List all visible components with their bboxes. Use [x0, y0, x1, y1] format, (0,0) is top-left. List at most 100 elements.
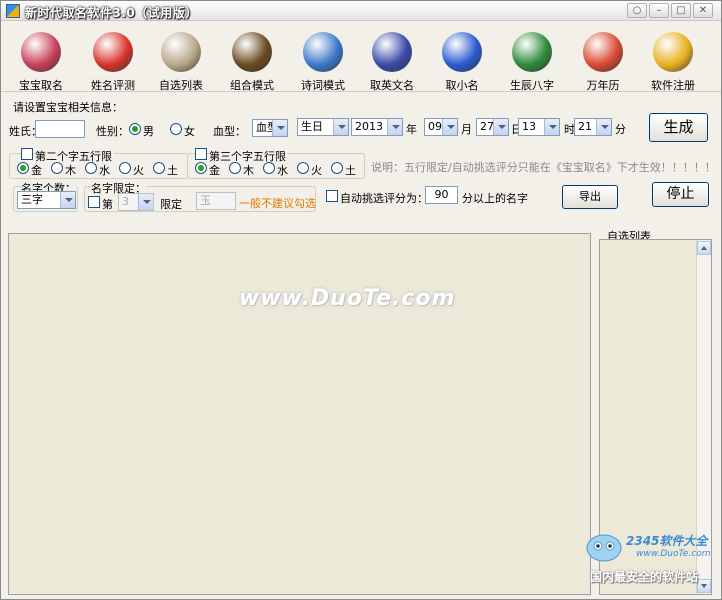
- toolbar-label: 生辰八字: [510, 79, 554, 92]
- spirit-icon: [442, 32, 482, 72]
- title-bar[interactable]: 新时代取名软件3.0（试用版） ○ – □ ✕: [1, 1, 721, 21]
- toolbar-label: 取英文名: [370, 79, 414, 92]
- badge-slogan: 国内最安全的软件站: [590, 570, 699, 584]
- wuxing-second-checkbox[interactable]: [21, 148, 33, 160]
- auto-score-input[interactable]: 90: [425, 186, 458, 204]
- skin-button[interactable]: ○: [627, 3, 647, 18]
- export-button[interactable]: 导出: [562, 185, 618, 209]
- chevron-down-icon: [387, 119, 402, 135]
- day-select[interactable]: 27: [476, 118, 509, 136]
- brush-cup-icon: [161, 32, 201, 72]
- year-unit: 年: [406, 123, 417, 136]
- flower-icon: [93, 32, 133, 72]
- close-button[interactable]: ✕: [693, 3, 713, 18]
- wuxing-third-checkbox[interactable]: [195, 148, 207, 160]
- hour-select[interactable]: 13: [518, 118, 560, 136]
- gender-label: 性别：: [96, 125, 129, 138]
- toolbar-button-10[interactable]: 软件注册: [641, 32, 705, 92]
- generate-button[interactable]: 生成: [649, 113, 708, 142]
- eagle-icon: [232, 32, 272, 72]
- wuxing-second-radio-3[interactable]: [85, 162, 97, 174]
- toolbar-label: 宝宝取名: [19, 79, 63, 92]
- badge-brand: 2345软件大全: [626, 534, 708, 548]
- minimize-button[interactable]: –: [649, 3, 669, 18]
- toolbar-button-8[interactable]: 生辰八字: [500, 32, 564, 92]
- wuxing-second-radio-4[interactable]: [119, 162, 131, 174]
- scroll-up-icon[interactable]: [697, 241, 711, 255]
- maximize-button[interactable]: □: [671, 3, 691, 18]
- name-limit-position-select[interactable]: 3: [118, 193, 154, 211]
- gender-female-label: 女: [184, 125, 195, 138]
- date-type-select[interactable]: 生日: [297, 118, 349, 136]
- name-limit-suffix: 限定: [160, 198, 182, 211]
- name-limit-hint: 一般不建议勾选: [239, 197, 316, 210]
- toolbar-label: 取小名: [445, 79, 479, 92]
- wuxing-second-radio-1[interactable]: [17, 162, 29, 174]
- toolbar-button-2[interactable]: 姓名评测: [81, 32, 145, 92]
- wuxing-third-radio-1[interactable]: [195, 162, 207, 174]
- chevron-down-icon: [333, 119, 348, 135]
- calendar-icon: [583, 32, 623, 72]
- surname-input[interactable]: [35, 120, 85, 138]
- wuxing-third-radio-3[interactable]: [263, 162, 275, 174]
- gender-male-label: 男: [143, 125, 154, 138]
- wuxing-second-label: 火: [133, 164, 144, 177]
- wuxing-third-radio-5[interactable]: [331, 162, 343, 174]
- toolbar-button-6[interactable]: 取英文名: [360, 32, 424, 92]
- usage-note: 说明：五行限定/自动挑选评分只能在《宝宝取名》下才生效！！！！！: [371, 161, 716, 174]
- toolbar-button-4[interactable]: 组合模式: [220, 32, 284, 92]
- duote-watermark: www.DuoTe.com: [239, 286, 456, 311]
- chevron-down-icon: [138, 194, 153, 210]
- wuxing-third-label: 金: [209, 164, 220, 177]
- toolbar-button-5[interactable]: 诗词模式: [291, 32, 355, 92]
- auto-score-checkbox[interactable]: [326, 190, 338, 202]
- wuxing-third-label: 水: [277, 164, 288, 177]
- toolbar-button-7[interactable]: 取小名: [430, 32, 494, 92]
- wuxing-second-radio-2[interactable]: [51, 162, 63, 174]
- main-window: 新时代取名软件3.0（试用版） ○ – □ ✕ 宝宝取名 姓名评测 自选列表 组合模式…: [0, 0, 722, 600]
- name-limit-checkbox[interactable]: [88, 196, 100, 208]
- badge-icon: [372, 32, 412, 72]
- chevron-down-icon: [442, 119, 457, 135]
- wuxing-second-radio-5[interactable]: [153, 162, 165, 174]
- auto-score-suffix: 分以上的名字: [462, 192, 528, 205]
- toolbar-button-1[interactable]: 宝宝取名: [9, 32, 73, 92]
- main-toolbar: 宝宝取名 姓名评测 自选列表 组合模式 诗词模式 取英文名 取小名 生辰八字 万年历 软件注册: [1, 22, 721, 92]
- toolbar-label: 软件注册: [651, 79, 695, 92]
- year-select[interactable]: 2013: [351, 118, 403, 136]
- gender-male-radio[interactable]: [129, 123, 141, 135]
- chevron-down-icon: [60, 192, 75, 208]
- toolbar-label: 诗词模式: [301, 79, 345, 92]
- name-count-select[interactable]: 三字: [17, 191, 76, 209]
- name-limit-char-input[interactable]: 玉: [196, 192, 236, 210]
- wuxing-third-radio-2[interactable]: [229, 162, 241, 174]
- app-icon: [6, 4, 20, 18]
- chevron-down-icon: [272, 120, 287, 136]
- wuxing-second-label: 木: [65, 164, 76, 177]
- stop-button[interactable]: 停止: [652, 182, 709, 207]
- minute-unit: 分: [615, 123, 626, 136]
- toolbar-button-9[interactable]: 万年历: [571, 32, 635, 92]
- wuxing-second-label: 土: [167, 164, 178, 177]
- month-unit: 月: [461, 123, 472, 136]
- month-select[interactable]: 09: [424, 118, 458, 136]
- wuxing-third-label: 土: [345, 164, 356, 177]
- wuxing-third-label: 木: [243, 164, 254, 177]
- section-label: 请设置宝宝相关信息：: [13, 101, 123, 114]
- gender-female-radio[interactable]: [170, 123, 182, 135]
- toolbar-label: 万年历: [586, 79, 620, 92]
- toolbar-label: 自选列表: [159, 79, 203, 92]
- chevron-down-icon: [596, 119, 611, 135]
- name-limit-prefix: 第: [102, 198, 113, 211]
- badge-site: www.DuoTe.com: [636, 549, 711, 559]
- bagua-icon: [512, 32, 552, 72]
- toolbar-label: 组合模式: [230, 79, 274, 92]
- blood-type-select[interactable]: 血型: [252, 119, 288, 137]
- toolbar-button-3[interactable]: 自选列表: [149, 32, 213, 92]
- chevron-down-icon: [493, 119, 508, 135]
- baby-icon: [21, 32, 61, 72]
- wuxing-second-label: 金: [31, 164, 42, 177]
- window-title: 新时代取名软件3.0（试用版）: [25, 6, 198, 20]
- wuxing-third-radio-4[interactable]: [297, 162, 309, 174]
- minute-select[interactable]: 21: [574, 118, 612, 136]
